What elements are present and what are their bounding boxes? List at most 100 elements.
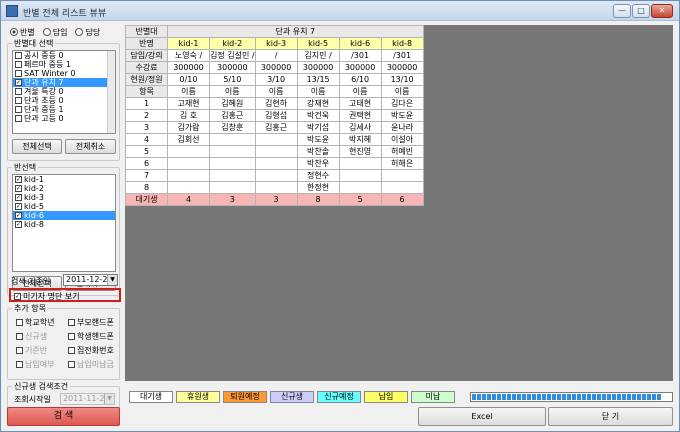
extra-item[interactable]: 납입미납금 (68, 359, 114, 370)
grid-row-number: 4 (125, 133, 168, 146)
search-date-dropdown-icon[interactable]: ▼ (107, 275, 117, 285)
class-group-checkbox-icon[interactable] (15, 52, 22, 59)
close-button[interactable]: 닫 기 (548, 407, 673, 426)
class-list-checkbox-icon[interactable] (15, 176, 22, 183)
grid-student-cell (209, 133, 256, 146)
class-group-select-all-button[interactable]: 전체선택 (12, 139, 62, 154)
grid-row-number: 6 (125, 157, 168, 170)
extra-item[interactable]: 학교학년 (16, 317, 54, 328)
class-group-checkbox-icon[interactable] (15, 88, 22, 95)
extra-item[interactable]: 기준반 (16, 345, 47, 356)
extra-item[interactable]: 신규생 (16, 331, 47, 342)
grid-student-cell (254, 145, 298, 158)
radio-charge-dot[interactable] (75, 28, 84, 36)
extra-item-checkbox-icon[interactable] (68, 319, 75, 326)
class-list-item-label: kid-1 (24, 175, 44, 184)
search-date-input[interactable]: 2011-12-29 ▼ (63, 274, 118, 286)
progress-segment (647, 394, 651, 400)
minimize-button[interactable]: — (613, 4, 631, 18)
extra-item[interactable]: 학생핸드폰 (68, 331, 114, 342)
radio-homeroom[interactable]: 담임 (42, 27, 67, 38)
class-group-clear-all-button[interactable]: 전체취소 (65, 139, 116, 154)
progress-segment (632, 394, 636, 400)
class-list-checkbox-icon[interactable] (15, 194, 22, 201)
class-list-checkbox-icon[interactable] (15, 212, 22, 219)
excel-button[interactable]: Excel (418, 407, 546, 426)
extra-item-checkbox-icon[interactable] (68, 361, 75, 368)
extra-item[interactable]: 부모핸드폰 (68, 317, 114, 328)
progress-segment (537, 394, 541, 400)
class-list[interactable]: kid-1kid-2kid-3kid-5kid-6kid-8 (12, 174, 116, 272)
progress-segment (577, 394, 581, 400)
class-group-item-label: 단과 고등 0 (24, 114, 64, 123)
class-group-item[interactable]: 공시 중등 0 (13, 51, 115, 60)
class-group-list[interactable]: 공시 중등 0페르마 중등 1SAT Winter 0단과 유치 7겨울 특강 … (12, 50, 116, 134)
search-button[interactable]: 검 색 (7, 407, 120, 426)
class-group-item[interactable]: SAT Winter 0 (13, 69, 115, 78)
class-list-item[interactable]: kid-8 (13, 220, 115, 229)
extra-item-checkbox-icon[interactable] (16, 319, 23, 326)
class-group-item[interactable]: 단과 중등 1 (13, 105, 115, 114)
grid-student-cell: 김혜원 (209, 97, 256, 110)
grid-wait-cell: 4 (167, 193, 210, 206)
class-group-item[interactable]: 페르마 중등 1 (13, 60, 115, 69)
grid-cell-fee: 300000 (167, 61, 210, 74)
radio-charge[interactable]: 담당 (75, 27, 100, 38)
class-group-item[interactable]: 단과 초등 0 (13, 96, 115, 105)
class-list-item[interactable]: kid-2 (13, 184, 115, 193)
maximize-button[interactable]: □ (632, 4, 650, 18)
progress-segment (587, 394, 591, 400)
class-group-checkbox-icon[interactable] (15, 70, 22, 77)
legend-item: 휴원생 (176, 391, 220, 403)
class-group-item[interactable]: 겨울 특강 0 (13, 87, 115, 96)
grid-wait-cell: 3 (209, 193, 256, 206)
grid-wait-cell: 5 (338, 193, 382, 206)
extra-item-checkbox-icon[interactable] (16, 347, 23, 354)
class-list-checkbox-icon[interactable] (15, 185, 22, 192)
extra-item-label: 학교학년 (25, 318, 55, 327)
grid-student-cell: 김홍근 (209, 109, 256, 122)
class-group-checkbox-icon[interactable] (15, 61, 22, 68)
radio-homeroom-dot[interactable] (42, 28, 51, 36)
extra-item-checkbox-icon[interactable] (16, 361, 23, 368)
grid-row-label: 담임/강의 (125, 49, 168, 62)
class-group-checkbox-icon[interactable] (15, 79, 22, 86)
class-group-checkbox-icon[interactable] (15, 106, 22, 113)
grid-student-cell: 박도윤 (380, 109, 424, 122)
class-list-checkbox-icon[interactable] (15, 221, 22, 228)
grid-cell-count: 6/10 (338, 73, 382, 86)
new-student-start-input[interactable]: 2011-11-29 ▼ (60, 393, 115, 405)
progress-segment (517, 394, 521, 400)
extra-item[interactable]: 납입여부 (16, 359, 54, 370)
grid-cell-teacher: 노영숙 / (167, 49, 210, 62)
class-group-title: 반별대 선택 (12, 38, 56, 49)
radio-class-dot[interactable] (10, 28, 18, 36)
class-list-item[interactable]: kid-5 (13, 202, 115, 211)
new-student-start-dropdown-icon[interactable]: ▼ (104, 394, 114, 404)
progress-segment (602, 394, 606, 400)
class-group-scrollbar[interactable] (107, 51, 115, 133)
extra-item-checkbox-icon[interactable] (68, 347, 75, 354)
progress-segment (562, 394, 566, 400)
class-list-checkbox-icon[interactable] (15, 203, 22, 210)
extra-item-checkbox-icon[interactable] (68, 333, 75, 340)
progress-segment (582, 394, 586, 400)
extra-item[interactable]: 집전화번호 (68, 345, 114, 356)
progress-segment (652, 394, 656, 400)
grid-cell-teacher: 김지민 / (296, 49, 340, 62)
class-group-checkbox-icon[interactable] (15, 115, 22, 122)
class-list-item[interactable]: kid-1 (13, 175, 115, 184)
client-area: 반별 담임 담당 반별대 선택 공시 중등 0 페르마 중등 1 SAT Winte… (4, 22, 676, 428)
class-list-item[interactable]: kid-3 (13, 193, 115, 202)
preview-checkbox[interactable]: 미기자 명단 보기 (14, 291, 80, 302)
grid-cell-class: kid-5 (296, 37, 340, 50)
radio-class[interactable]: 반별 (10, 27, 35, 38)
close-window-button[interactable]: ✕ (651, 4, 673, 18)
class-group-item[interactable]: 단과 유치 7 (13, 78, 115, 87)
grid-student-cell: 현진영 (338, 145, 382, 158)
class-group-item[interactable]: 단과 고등 0 (13, 114, 115, 123)
preview-check-icon[interactable] (14, 293, 21, 300)
class-group-checkbox-icon[interactable] (15, 97, 22, 104)
extra-item-checkbox-icon[interactable] (16, 333, 23, 340)
class-list-item[interactable]: kid-6 (13, 211, 115, 220)
